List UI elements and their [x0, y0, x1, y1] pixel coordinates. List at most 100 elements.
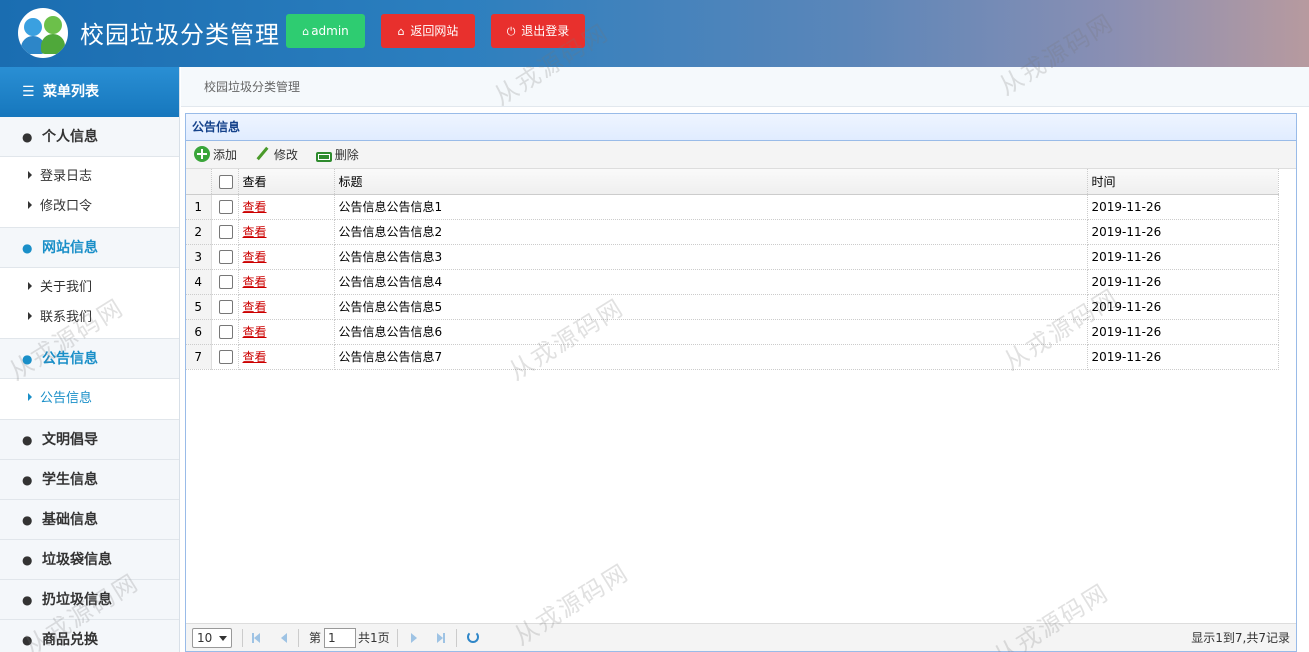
sidebar: ☰ 菜单列表 ● 个人信息 登录日志 修改口令 ● 网站信息 关于我们 联系我们 ● 公…	[0, 67, 180, 652]
row-select-cell	[211, 219, 239, 245]
admin-label: admin	[311, 24, 349, 38]
sidebar-item-contact[interactable]: 联系我们	[0, 303, 179, 333]
view-link[interactable]: 查看	[243, 350, 267, 364]
row-number: 1	[186, 194, 212, 220]
group-label: 基础信息	[42, 512, 98, 528]
logout-label: 退出登录	[521, 24, 570, 38]
add-button[interactable]: 添加	[194, 141, 237, 169]
view-link[interactable]: 查看	[243, 225, 267, 239]
group-label: 网站信息	[42, 240, 98, 256]
home-icon: ⌂	[397, 25, 405, 38]
view-link[interactable]: 查看	[243, 325, 267, 339]
sidebar-group-notice[interactable]: ● 公告信息	[0, 339, 179, 379]
view-cell: 查看	[238, 269, 335, 295]
row-number: 5	[186, 294, 212, 320]
view-link[interactable]: 查看	[243, 250, 267, 264]
notice-table: 查看 标题 时间 1 查看 公告信息公告信息1 2019-11-26 2 查看 公告信息公告…	[186, 169, 1279, 370]
group-label: 文明倡导	[42, 432, 98, 448]
sidebar-group-basic[interactable]: ● 基础信息	[0, 500, 179, 540]
column-header-time[interactable]: 时间	[1087, 169, 1279, 195]
sidebar-group-personal[interactable]: ● 个人信息	[0, 117, 179, 157]
caret-right-icon	[28, 201, 32, 209]
row-checkbox[interactable]	[218, 274, 233, 289]
sidebar-item-login-log[interactable]: 登录日志	[0, 162, 179, 192]
view-cell: 查看	[238, 194, 335, 220]
sidebar-item-about[interactable]: 关于我们	[0, 273, 179, 303]
row-checkbox[interactable]	[218, 299, 233, 314]
back-to-site-button[interactable]: ⌂ 返回网站	[381, 14, 475, 48]
caret-right-icon	[28, 312, 32, 320]
sidebar-item-change-password[interactable]: 修改口令	[0, 192, 179, 222]
pencil-icon	[255, 146, 271, 162]
app-logo	[18, 8, 68, 58]
user-icon: ●	[22, 513, 33, 527]
time-cell: 2019-11-26	[1087, 294, 1279, 320]
sidebar-item-notice[interactable]: 公告信息	[0, 384, 179, 414]
group-label: 公告信息	[42, 351, 98, 367]
group-label: 学生信息	[42, 472, 98, 488]
row-checkbox[interactable]	[218, 224, 233, 239]
page-size-select[interactable]: 10	[192, 628, 232, 648]
delete-button[interactable]: 删除	[315, 141, 359, 169]
refresh-icon[interactable]	[467, 631, 479, 643]
sidebar-group-civility[interactable]: ● 文明倡导	[0, 420, 179, 460]
select-all-checkbox[interactable]	[218, 174, 233, 189]
row-number: 7	[186, 344, 212, 370]
page-prefix: 第	[309, 631, 322, 645]
item-label: 联系我们	[40, 310, 93, 325]
row-select-cell	[211, 269, 239, 295]
app-title: 校园垃圾分类管理	[80, 21, 280, 49]
admin-button[interactable]: ⌂ admin	[286, 14, 365, 48]
delete-label: 删除	[334, 148, 359, 162]
time-cell: 2019-11-26	[1087, 344, 1279, 370]
page-size-value: 10	[197, 631, 213, 645]
logout-button[interactable]: ⏻ 退出登录	[491, 14, 585, 48]
sidebar-group-students[interactable]: ● 学生信息	[0, 460, 179, 500]
table-row[interactable]: 1 查看 公告信息公告信息1 2019-11-26	[186, 194, 1279, 220]
edit-button[interactable]: 修改	[255, 141, 298, 169]
item-label: 关于我们	[40, 280, 93, 295]
select-all-cell	[211, 169, 239, 195]
row-checkbox[interactable]	[218, 249, 233, 264]
page-total: 共1页	[358, 631, 390, 645]
title-cell: 公告信息公告信息2	[334, 219, 1088, 245]
chevron-down-icon	[219, 636, 227, 641]
table-row[interactable]: 2 查看 公告信息公告信息2 2019-11-26	[186, 219, 1279, 245]
view-link[interactable]: 查看	[243, 275, 267, 289]
menu-heading: ☰ 菜单列表	[0, 67, 179, 117]
row-checkbox[interactable]	[218, 349, 233, 364]
row-select-cell	[211, 344, 239, 370]
table-row[interactable]: 3 查看 公告信息公告信息3 2019-11-26	[186, 244, 1279, 270]
group-label: 垃圾袋信息	[42, 552, 112, 568]
time-cell: 2019-11-26	[1087, 269, 1279, 295]
sidebar-group-website[interactable]: ● 网站信息	[0, 228, 179, 268]
title-cell: 公告信息公告信息7	[334, 344, 1088, 370]
title-cell: 公告信息公告信息1	[334, 194, 1088, 220]
sidebar-group-exchange[interactable]: ● 商品兑换	[0, 620, 179, 652]
view-link[interactable]: 查看	[243, 300, 267, 314]
first-page-icon[interactable]	[254, 633, 260, 643]
sidebar-group-disposal[interactable]: ● 扔垃圾信息	[0, 580, 179, 620]
row-number: 3	[186, 244, 212, 270]
item-label: 修改口令	[40, 199, 93, 214]
column-header-view[interactable]: 查看	[238, 169, 335, 195]
time-cell: 2019-11-26	[1087, 194, 1279, 220]
group-label: 扔垃圾信息	[42, 592, 112, 608]
sidebar-group-garbage-bags[interactable]: ● 垃圾袋信息	[0, 540, 179, 580]
view-link[interactable]: 查看	[243, 200, 267, 214]
view-cell: 查看	[238, 344, 335, 370]
row-select-cell	[211, 294, 239, 320]
row-number-header	[186, 169, 212, 195]
back-label: 返回网站	[410, 24, 459, 38]
table-row[interactable]: 7 查看 公告信息公告信息7 2019-11-26	[186, 344, 1279, 370]
row-checkbox[interactable]	[218, 199, 233, 214]
table-row[interactable]: 5 查看 公告信息公告信息5 2019-11-26	[186, 294, 1279, 320]
last-page-bar	[443, 633, 445, 643]
row-checkbox[interactable]	[218, 324, 233, 339]
next-page-icon[interactable]	[411, 633, 417, 643]
prev-page-icon[interactable]	[281, 633, 287, 643]
table-row[interactable]: 6 查看 公告信息公告信息6 2019-11-26	[186, 319, 1279, 345]
column-header-title[interactable]: 标题	[334, 169, 1088, 195]
page-number-input[interactable]: 1	[324, 628, 356, 648]
table-row[interactable]: 4 查看 公告信息公告信息4 2019-11-26	[186, 269, 1279, 295]
